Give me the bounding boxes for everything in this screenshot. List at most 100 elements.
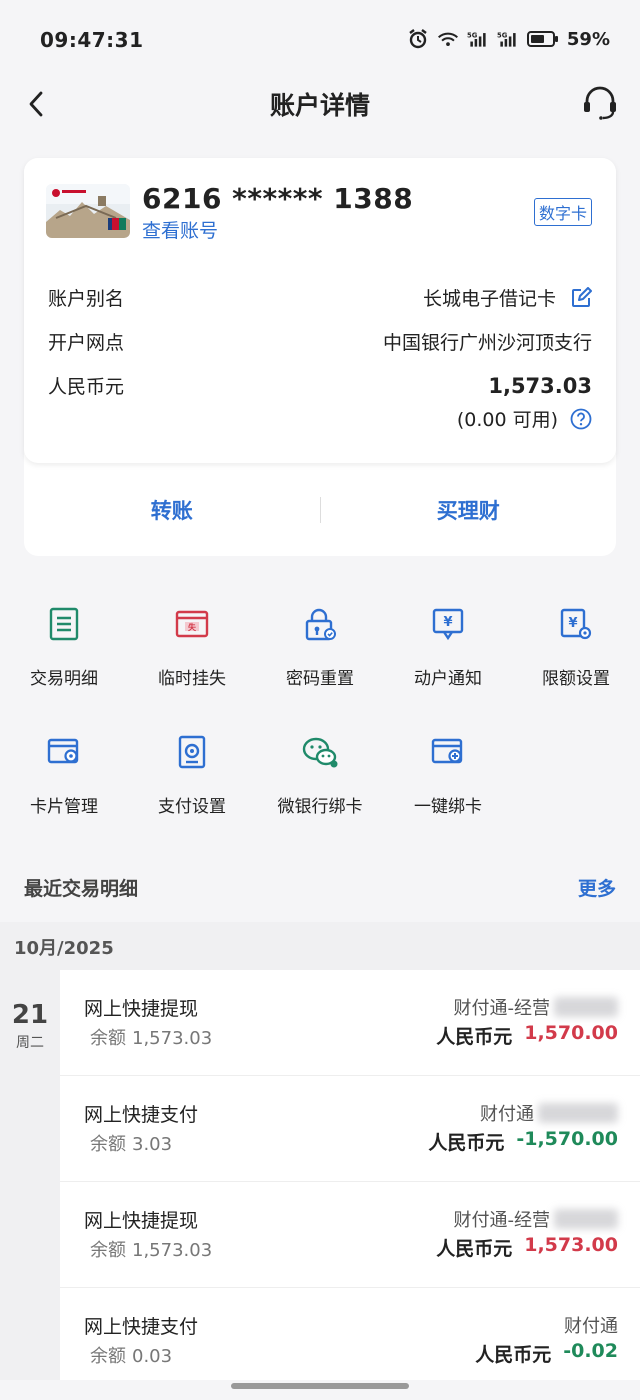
balance-amount: 3.03 [132, 1134, 173, 1155]
currency-label: 人民币元 [428, 1132, 505, 1154]
currency-label: 人民币元 [436, 1238, 513, 1260]
transaction-amount-group: 人民币元 -1,570.00 [428, 1128, 618, 1155]
bind-card-icon [428, 732, 468, 772]
top-bar: 账户详情 [0, 80, 640, 130]
status-icons: 5G 5G 59% [407, 28, 610, 50]
service-label: 密码重置 [286, 669, 354, 689]
alias-value-group[interactable]: 长城电子借记卡 [423, 284, 592, 311]
transaction-row[interactable]: 网上快捷支付 余额 0.03 财付通 人民币元 -0.02 [60, 1288, 640, 1380]
balance-label: 余额 [90, 1028, 126, 1049]
date-column: 21 周二 [0, 970, 60, 1380]
service-limit-settings[interactable]: ¥ 限额设置 [512, 604, 640, 689]
transaction-name: 网上快捷支付 [84, 1316, 199, 1338]
service-wechat-bind[interactable]: 微银行绑卡 [256, 732, 384, 817]
transaction-counterparty: 财付通 [480, 1100, 618, 1126]
card-gear-icon [44, 732, 84, 772]
alarm-icon [407, 28, 429, 50]
service-transaction-details[interactable]: 交易明细 [0, 604, 128, 689]
svg-text:5G: 5G [497, 31, 508, 39]
branch-label: 开户网点 [48, 332, 125, 354]
customer-service-button[interactable] [580, 82, 620, 122]
limit-icon: ¥ [556, 604, 596, 644]
help-icon[interactable] [570, 408, 592, 430]
alias-value: 长城电子借记卡 [422, 288, 556, 310]
view-account-link[interactable]: 查看账号 [142, 216, 218, 243]
service-payment-settings[interactable]: 支付设置 [128, 732, 256, 817]
counterparty-text: 财付通 [564, 1316, 618, 1337]
service-label: 卡片管理 [30, 797, 98, 817]
transaction-row[interactable]: 网上快捷提现 余额 1,573.03 财付通-经营 人民币元 1,573.00 [60, 1182, 640, 1288]
alias-label: 账户别名 [48, 288, 125, 310]
signal-5g-icon: 5G [467, 28, 489, 50]
redacted-block [554, 997, 618, 1017]
signal-5g-icon-2: 5G [497, 28, 519, 50]
transaction-name: 网上快捷提现 [84, 998, 199, 1020]
transaction-counterparty: 财付通-经营 [454, 994, 618, 1020]
balance-amount: 1,573.03 [132, 1028, 213, 1049]
card-actions: 转账 买理财 [24, 463, 616, 556]
more-link[interactable]: 更多 [578, 874, 616, 901]
transaction-amount-group: 人民币元 -0.02 [475, 1340, 618, 1367]
transfer-button[interactable]: 转账 [24, 495, 320, 525]
transaction-counterparty: 财付通 [564, 1312, 618, 1338]
lost-card-icon: 失 [172, 604, 212, 644]
recent-transactions-title: 最近交易明细 [24, 878, 139, 900]
service-temp-loss[interactable]: 失 临时挂失 [128, 604, 256, 689]
transaction-row[interactable]: 网上快捷提现 余额 1,573.03 财付通-经营 人民币元 1,570.00 [60, 970, 640, 1076]
digital-card-badge: 数字卡 [533, 198, 592, 226]
balance-amount: 1,573.03 [132, 1240, 213, 1261]
wifi-icon [437, 28, 459, 50]
transaction-amount: 1,570.00 [524, 1022, 618, 1044]
currency-label: 人民币元 [475, 1344, 552, 1366]
counterparty-text: 财付通 [480, 1104, 534, 1125]
available-balance: (0.00 可用) [457, 405, 592, 432]
redacted-block [538, 1103, 618, 1123]
balance-label: 余额 [90, 1134, 126, 1155]
transaction-balance: 余额 1,573.03 [84, 1024, 212, 1050]
service-card-management[interactable]: 卡片管理 [0, 732, 128, 817]
service-label: 交易明细 [30, 669, 98, 689]
currency-label: 人民币元 [48, 376, 125, 398]
transaction-counterparty: 财付通-经营 [454, 1206, 618, 1232]
svg-text:¥: ¥ [568, 616, 577, 631]
transaction-amount-group: 人民币元 1,573.00 [436, 1234, 618, 1261]
transaction-name: 网上快捷提现 [84, 1210, 199, 1232]
buy-wealth-button[interactable]: 买理财 [321, 495, 617, 525]
currency-label: 人民币元 [436, 1026, 513, 1048]
service-account-notify[interactable]: ¥ 动户通知 [384, 604, 512, 689]
balance-row: 人民币元 1,573.03 [48, 372, 592, 399]
service-label: 动户通知 [414, 669, 482, 689]
home-indicator[interactable] [231, 1383, 409, 1389]
transaction-balance: 余额 0.03 [84, 1342, 172, 1368]
transaction-amount-group: 人民币元 1,570.00 [436, 1022, 618, 1049]
transaction-name: 网上快捷支付 [84, 1104, 199, 1126]
notify-icon: ¥ [428, 604, 468, 644]
month-header: 10月/2025 [0, 922, 640, 970]
branch-row: 开户网点 中国银行广州沙河顶支行 [48, 328, 592, 355]
service-label: 一键绑卡 [414, 797, 482, 817]
service-one-click-bind[interactable]: 一键绑卡 [384, 732, 512, 817]
balance-value: 1,573.03 [488, 373, 592, 398]
service-label: 微银行绑卡 [277, 797, 363, 817]
service-label: 限额设置 [542, 669, 610, 689]
redacted-block [554, 1209, 618, 1229]
account-card: 6216 ****** 1388 查看账号 数字卡 账户别名 长城电子借记卡 开… [24, 158, 616, 556]
transaction-amount: -0.02 [563, 1340, 618, 1362]
alias-row: 账户别名 长城电子借记卡 [48, 284, 592, 311]
service-password-reset[interactable]: 密码重置 [256, 604, 384, 689]
status-bar: 09:47:31 5G 5G 59% [0, 0, 640, 80]
branch-value: 中国银行广州沙河顶支行 [382, 332, 592, 354]
service-label: 临时挂失 [158, 669, 226, 689]
transaction-row[interactable]: 网上快捷支付 余额 3.03 财付通 人民币元 -1,570.00 [60, 1076, 640, 1182]
edit-icon[interactable] [570, 286, 592, 309]
battery-icon [526, 28, 559, 50]
balance-label: 余额 [90, 1346, 126, 1367]
balance-label: 余额 [90, 1240, 126, 1261]
pay-settings-icon [172, 732, 212, 772]
status-time: 09:47:31 [40, 28, 144, 52]
headset-icon [584, 86, 616, 120]
weekday-label: 周二 [16, 1035, 44, 1051]
transaction-amount: 1,573.00 [524, 1234, 618, 1256]
battery-percent: 59% [566, 28, 610, 50]
svg-text:失: 失 [188, 622, 197, 632]
